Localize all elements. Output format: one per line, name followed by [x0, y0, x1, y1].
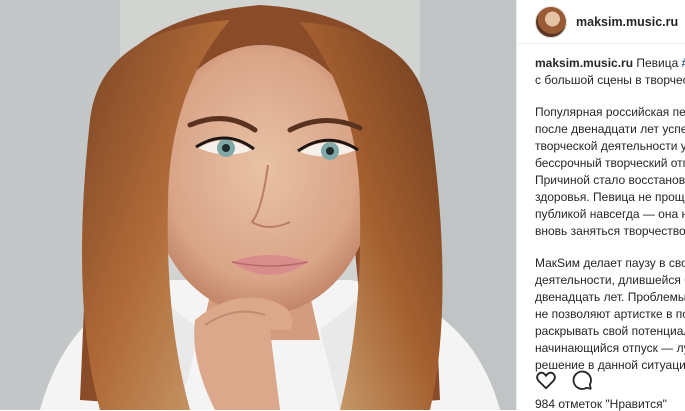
paragraph-line: здоровья. Певица не проща — [535, 190, 685, 204]
paragraph-line: публикой навсегда — она н — [535, 207, 685, 221]
caption-username[interactable]: maksim.music.ru — [535, 56, 633, 70]
post-photo[interactable] — [0, 0, 516, 410]
paragraph-line: бессрочный творческий отп — [535, 156, 685, 170]
paragraph-line: после двенадцати лет успеш — [535, 122, 685, 136]
paragraph-line: двенадцать лет. Проблемы — [535, 290, 685, 304]
comment-icon[interactable] — [571, 369, 593, 391]
caption-line-1: maksim.music.ru Певица #М — [535, 55, 685, 72]
post-caption: maksim.music.ru Певица #М с большой сцен… — [535, 55, 685, 374]
post-sidebar: maksim.music.ru maksim.music.ru Певица #… — [516, 0, 685, 411]
post-actions — [535, 369, 593, 391]
paragraph-line: вновь заняться творчеством — [535, 224, 685, 238]
avatar[interactable] — [535, 5, 567, 38]
likes-count[interactable]: 984 отметок "Нравится" — [535, 397, 667, 411]
paragraph-line: раскрывать свой потенциал — [535, 324, 685, 338]
paragraph-line: деятельности, длившейся б — [535, 273, 685, 287]
paragraph-line: не позволяют артистке в по — [535, 307, 685, 321]
paragraph-line: творческой деятельности у — [535, 139, 685, 153]
portrait-image — [0, 0, 516, 410]
caption-paragraph-2: МакSим делает паузу в свое деятельности,… — [535, 255, 685, 374]
post-header: maksim.music.ru — [517, 0, 685, 44]
caption-line-2: с большой сцены в творчес — [535, 73, 685, 87]
hashtag-link[interactable]: #М — [682, 56, 685, 70]
paragraph-line: Популярная российская пев — [535, 105, 685, 119]
paragraph-line: начинающийся отпуск — лу — [535, 341, 685, 355]
heart-icon[interactable] — [535, 369, 557, 391]
paragraph-line: МакSим делает паузу в свое — [535, 256, 685, 270]
caption-text-start: Певица — [633, 56, 682, 70]
paragraph-line: Причиной стало восстановл — [535, 173, 685, 187]
header-username[interactable]: maksim.music.ru — [576, 15, 678, 29]
caption-paragraph-1: Популярная российская пев после двенадца… — [535, 104, 685, 240]
